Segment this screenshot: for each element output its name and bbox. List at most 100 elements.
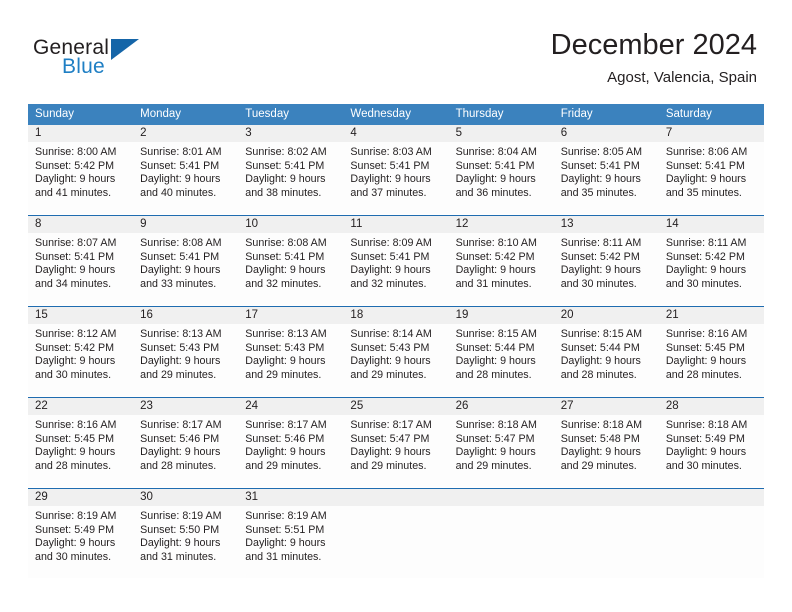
day-sunset-text: Sunset: 5:43 PM bbox=[350, 341, 430, 354]
day-cell[interactable]: Sunrise: 8:01 AM Sunset: 5:41 PM Daylight:… bbox=[133, 142, 238, 214]
day-number[interactable]: 12 bbox=[449, 216, 554, 233]
calendar-weeks: 1 2 3 4 5 6 7 Sunrise: 8:00 AM Sunset: 5:42 PM Da… bbox=[28, 125, 764, 579]
day-cell-empty bbox=[554, 506, 659, 578]
day-cell[interactable]: Sunrise: 8:17 AM Sunset: 5:46 PM Daylight:… bbox=[238, 415, 343, 487]
day-sunrise-text: Sunrise: 8:19 AM bbox=[140, 510, 222, 522]
day-sunset-text: Sunset: 5:41 PM bbox=[245, 159, 325, 172]
day-number[interactable]: 28 bbox=[659, 398, 764, 415]
day-cell[interactable]: Sunrise: 8:15 AM Sunset: 5:44 PM Daylight:… bbox=[449, 324, 554, 396]
day-cell[interactable]: Sunrise: 8:13 AM Sunset: 5:43 PM Daylight:… bbox=[238, 324, 343, 396]
brand-logo[interactable]: General Blue bbox=[33, 36, 193, 86]
day-number[interactable]: 17 bbox=[238, 307, 343, 324]
day-cell[interactable]: Sunrise: 8:02 AM Sunset: 5:41 PM Daylight:… bbox=[238, 142, 343, 214]
day-daylight-l1-text: Daylight: 9 hours bbox=[35, 264, 116, 277]
day-daylight-l2-text: and 29 minutes. bbox=[350, 459, 427, 472]
day-sunset-text: Sunset: 5:45 PM bbox=[665, 341, 745, 354]
day-cell[interactable]: Sunrise: 8:11 AM Sunset: 5:42 PM Daylight:… bbox=[659, 233, 764, 305]
day-cell[interactable]: Sunrise: 8:19 AM Sunset: 5:50 PM Daylight:… bbox=[133, 506, 238, 578]
weekday-header-monday: Monday bbox=[140, 108, 182, 120]
day-cell[interactable]: Sunrise: 8:18 AM Sunset: 5:48 PM Daylight:… bbox=[554, 415, 659, 487]
day-number[interactable]: 24 bbox=[238, 398, 343, 415]
day-number[interactable]: 3 bbox=[238, 125, 343, 142]
day-cell[interactable]: Sunrise: 8:06 AM Sunset: 5:41 PM Daylight:… bbox=[659, 142, 764, 214]
day-cell[interactable]: Sunrise: 8:19 AM Sunset: 5:51 PM Daylight:… bbox=[238, 506, 343, 578]
day-cell[interactable]: Sunrise: 8:08 AM Sunset: 5:41 PM Daylight:… bbox=[133, 233, 238, 305]
day-number[interactable]: 27 bbox=[554, 398, 659, 415]
day-number[interactable]: 18 bbox=[343, 307, 448, 324]
page-title: December 2024 bbox=[550, 29, 757, 61]
day-cell[interactable]: Sunrise: 8:17 AM Sunset: 5:46 PM Daylight:… bbox=[133, 415, 238, 487]
day-number[interactable]: 26 bbox=[449, 398, 554, 415]
day-number[interactable]: 20 bbox=[554, 307, 659, 324]
day-number[interactable]: 19 bbox=[449, 307, 554, 324]
day-cell[interactable]: Sunrise: 8:16 AM Sunset: 5:45 PM Daylight:… bbox=[28, 415, 133, 487]
day-number[interactable]: 11 bbox=[343, 216, 448, 233]
day-cell[interactable]: Sunrise: 8:03 AM Sunset: 5:41 PM Daylight:… bbox=[343, 142, 448, 214]
day-daylight-l1-text: Daylight: 9 hours bbox=[245, 446, 326, 459]
day-number[interactable]: 23 bbox=[133, 398, 238, 415]
day-number[interactable]: 31 bbox=[238, 489, 343, 506]
day-cell[interactable]: Sunrise: 8:08 AM Sunset: 5:41 PM Daylight:… bbox=[238, 233, 343, 305]
day-number[interactable]: 15 bbox=[28, 307, 133, 324]
day-sunrise-text: Sunrise: 8:08 AM bbox=[245, 237, 327, 249]
day-number[interactable]: 14 bbox=[659, 216, 764, 233]
day-number[interactable]: 25 bbox=[343, 398, 448, 415]
day-cell[interactable]: Sunrise: 8:14 AM Sunset: 5:43 PM Daylight:… bbox=[343, 324, 448, 396]
day-number[interactable]: 21 bbox=[659, 307, 764, 324]
day-number[interactable]: 5 bbox=[449, 125, 554, 142]
day-number[interactable]: 13 bbox=[554, 216, 659, 233]
brand-triangle-icon bbox=[111, 39, 139, 60]
day-number[interactable]: 22 bbox=[28, 398, 133, 415]
day-daylight-l2-text: and 29 minutes. bbox=[245, 459, 322, 472]
day-daylight-l1-text: Daylight: 9 hours bbox=[455, 355, 536, 368]
day-cell[interactable]: Sunrise: 8:07 AM Sunset: 5:41 PM Daylight:… bbox=[28, 233, 133, 305]
day-cell[interactable]: Sunrise: 8:05 AM Sunset: 5:41 PM Daylight:… bbox=[554, 142, 659, 214]
weekday-header-sunday: Sunday bbox=[35, 108, 75, 120]
day-daylight-l2-text: and 35 minutes. bbox=[560, 186, 637, 199]
day-sunrise-text: Sunrise: 8:05 AM bbox=[560, 146, 643, 158]
day-cell[interactable]: Sunrise: 8:04 AM Sunset: 5:41 PM Daylight:… bbox=[449, 142, 554, 214]
day-sunset-text: Sunset: 5:41 PM bbox=[665, 159, 745, 172]
day-cell[interactable]: Sunrise: 8:18 AM Sunset: 5:47 PM Daylight:… bbox=[449, 415, 554, 487]
day-number[interactable]: 1 bbox=[28, 125, 133, 142]
day-cell[interactable]: Sunrise: 8:16 AM Sunset: 5:45 PM Daylight:… bbox=[659, 324, 764, 396]
day-cell[interactable]: Sunrise: 8:18 AM Sunset: 5:49 PM Daylight:… bbox=[659, 415, 764, 487]
day-cell[interactable]: Sunrise: 8:11 AM Sunset: 5:42 PM Daylight:… bbox=[554, 233, 659, 305]
day-number[interactable]: 4 bbox=[343, 125, 448, 142]
day-sunrise-text: Sunrise: 8:01 AM bbox=[140, 146, 222, 158]
day-cell[interactable]: Sunrise: 8:13 AM Sunset: 5:43 PM Daylight:… bbox=[133, 324, 238, 396]
day-sunset-text: Sunset: 5:41 PM bbox=[350, 159, 430, 172]
day-sunrise-text: Sunrise: 8:04 AM bbox=[455, 146, 537, 158]
day-sunset-text: Sunset: 5:46 PM bbox=[245, 432, 325, 445]
day-cell[interactable]: Sunrise: 8:19 AM Sunset: 5:49 PM Daylight:… bbox=[28, 506, 133, 578]
day-number[interactable]: 2 bbox=[133, 125, 238, 142]
day-daylight-l2-text: and 31 minutes. bbox=[455, 277, 532, 290]
day-cell[interactable]: Sunrise: 8:12 AM Sunset: 5:42 PM Daylight:… bbox=[28, 324, 133, 396]
day-daylight-l1-text: Daylight: 9 hours bbox=[140, 537, 221, 550]
day-number[interactable]: 8 bbox=[28, 216, 133, 233]
day-sunset-text: Sunset: 5:49 PM bbox=[35, 523, 115, 536]
day-sunset-text: Sunset: 5:43 PM bbox=[245, 341, 325, 354]
day-sunrise-text: Sunrise: 8:18 AM bbox=[560, 419, 643, 431]
day-number[interactable]: 10 bbox=[238, 216, 343, 233]
day-daylight-l1-text: Daylight: 9 hours bbox=[350, 446, 431, 459]
day-cell[interactable]: Sunrise: 8:09 AM Sunset: 5:41 PM Daylight:… bbox=[343, 233, 448, 305]
day-cell[interactable]: Sunrise: 8:10 AM Sunset: 5:42 PM Daylight:… bbox=[449, 233, 554, 305]
day-cell[interactable]: Sunrise: 8:15 AM Sunset: 5:44 PM Daylight:… bbox=[554, 324, 659, 396]
day-cell[interactable]: Sunrise: 8:17 AM Sunset: 5:47 PM Daylight:… bbox=[343, 415, 448, 487]
day-sunset-text: Sunset: 5:46 PM bbox=[140, 432, 220, 445]
day-daylight-l1-text: Daylight: 9 hours bbox=[560, 446, 641, 459]
day-daylight-l1-text: Daylight: 9 hours bbox=[245, 355, 326, 368]
day-sunset-text: Sunset: 5:45 PM bbox=[35, 432, 115, 445]
day-number[interactable]: 9 bbox=[133, 216, 238, 233]
day-number[interactable]: 7 bbox=[659, 125, 764, 142]
day-number[interactable]: 29 bbox=[28, 489, 133, 506]
day-number[interactable]: 6 bbox=[554, 125, 659, 142]
day-sunset-text: Sunset: 5:41 PM bbox=[560, 159, 640, 172]
day-cell[interactable]: Sunrise: 8:00 AM Sunset: 5:42 PM Daylight:… bbox=[28, 142, 133, 214]
day-number[interactable]: 30 bbox=[133, 489, 238, 506]
day-sunset-text: Sunset: 5:43 PM bbox=[140, 341, 220, 354]
day-sunset-text: Sunset: 5:47 PM bbox=[455, 432, 535, 445]
calendar-grid: Sunday Monday Tuesday Wednesday Thursday Frid… bbox=[28, 104, 764, 579]
day-number[interactable]: 16 bbox=[133, 307, 238, 324]
